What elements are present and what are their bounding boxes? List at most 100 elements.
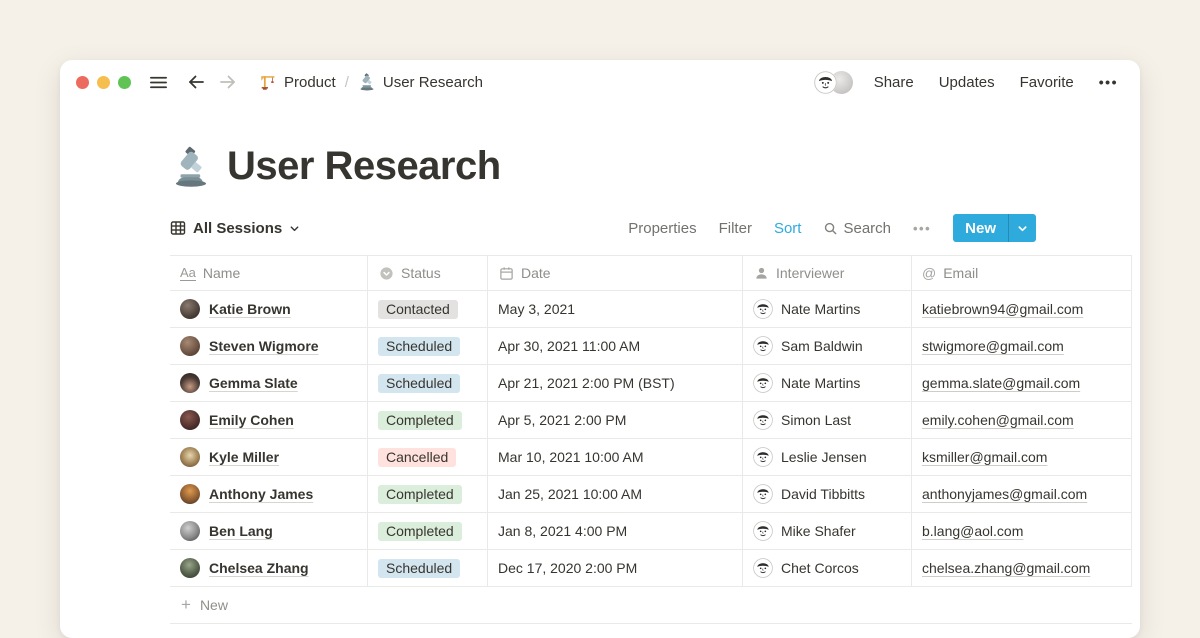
date-cell[interactable]: Jan 8, 2021 4:00 PM bbox=[488, 513, 743, 549]
back-arrow-icon[interactable] bbox=[185, 71, 207, 93]
view-switcher[interactable]: All Sessions bbox=[170, 220, 300, 237]
email-link[interactable]: gemma.slate@gmail.com bbox=[922, 375, 1080, 391]
email-link[interactable]: chelsea.zhang@gmail.com bbox=[922, 560, 1090, 576]
email-cell[interactable]: stwigmore@gmail.com bbox=[912, 328, 1132, 364]
email-link[interactable]: katiebrown94@gmail.com bbox=[922, 301, 1083, 317]
interviewer-cell[interactable]: Leslie Jensen bbox=[743, 439, 912, 475]
new-button[interactable]: New bbox=[953, 214, 1008, 242]
search-button[interactable]: Search bbox=[823, 220, 891, 237]
filter-button[interactable]: Filter bbox=[719, 220, 752, 237]
traffic-lights bbox=[76, 76, 131, 89]
status-cell[interactable]: Cancelled bbox=[368, 439, 488, 475]
email-link[interactable]: anthonyjames@gmail.com bbox=[922, 486, 1087, 502]
page-title: User Research bbox=[227, 144, 501, 189]
name-cell[interactable]: Chelsea Zhang bbox=[170, 550, 368, 586]
status-cell[interactable]: Completed bbox=[368, 513, 488, 549]
microscope-icon[interactable] bbox=[170, 146, 212, 188]
date-cell[interactable]: Apr 21, 2021 2:00 PM (BST) bbox=[488, 365, 743, 401]
interviewer-cell[interactable]: Nate Martins bbox=[743, 365, 912, 401]
interviewer-cell[interactable]: Mike Shafer bbox=[743, 513, 912, 549]
email-cell[interactable]: katiebrown94@gmail.com bbox=[912, 291, 1132, 327]
interviewer-name: Nate Martins bbox=[781, 375, 860, 391]
sidebar-menu-icon[interactable] bbox=[147, 71, 169, 93]
column-header-email[interactable]: @ Email bbox=[912, 256, 1132, 290]
interviewer-cell[interactable]: Simon Last bbox=[743, 402, 912, 438]
email-link[interactable]: b.lang@aol.com bbox=[922, 523, 1023, 539]
email-cell[interactable]: b.lang@aol.com bbox=[912, 513, 1132, 549]
avatar bbox=[180, 410, 200, 430]
session-page-link[interactable]: Emily Cohen bbox=[209, 412, 294, 428]
status-cell[interactable]: Scheduled bbox=[368, 550, 488, 586]
breadcrumb-product[interactable]: Product bbox=[259, 73, 336, 91]
name-cell[interactable]: Emily Cohen bbox=[170, 402, 368, 438]
session-page-link[interactable]: Ben Lang bbox=[209, 523, 273, 539]
interviewer-cell[interactable]: Chet Corcos bbox=[743, 550, 912, 586]
view-more-options-icon[interactable]: ••• bbox=[913, 221, 931, 236]
name-cell[interactable]: Kyle Miller bbox=[170, 439, 368, 475]
email-cell[interactable]: ksmiller@gmail.com bbox=[912, 439, 1132, 475]
window-topbar: Product / User Research Share Updates Fa… bbox=[60, 60, 1140, 104]
date-cell[interactable]: Apr 30, 2021 11:00 AM bbox=[488, 328, 743, 364]
email-link[interactable]: emily.cohen@gmail.com bbox=[922, 412, 1074, 428]
session-page-link[interactable]: Chelsea Zhang bbox=[209, 560, 309, 576]
table-row: Katie Brown Contacted May 3, 2021 Nate M… bbox=[170, 291, 1132, 328]
date-cell[interactable]: Apr 5, 2021 2:00 PM bbox=[488, 402, 743, 438]
status-cell[interactable]: Contacted bbox=[368, 291, 488, 327]
date-cell[interactable]: May 3, 2021 bbox=[488, 291, 743, 327]
date-cell[interactable]: Jan 25, 2021 10:00 AM bbox=[488, 476, 743, 512]
status-cell[interactable]: Completed bbox=[368, 402, 488, 438]
new-row-button[interactable]: + New bbox=[170, 587, 1132, 623]
email-cell[interactable]: emily.cohen@gmail.com bbox=[912, 402, 1132, 438]
session-page-link[interactable]: Gemma Slate bbox=[209, 375, 298, 391]
email-cell[interactable]: anthonyjames@gmail.com bbox=[912, 476, 1132, 512]
name-cell[interactable]: Ben Lang bbox=[170, 513, 368, 549]
column-label: Name bbox=[203, 265, 240, 281]
close-window-button[interactable] bbox=[76, 76, 89, 89]
column-header-name[interactable]: Aa Name bbox=[170, 256, 368, 290]
breadcrumb-user-research[interactable]: User Research bbox=[358, 73, 483, 91]
forward-arrow-icon[interactable] bbox=[217, 71, 239, 93]
more-options-icon[interactable]: ••• bbox=[1099, 74, 1118, 90]
interviewer-cell[interactable]: David Tibbitts bbox=[743, 476, 912, 512]
interviewer-cell[interactable]: Sam Baldwin bbox=[743, 328, 912, 364]
at-icon: @ bbox=[922, 265, 936, 281]
interviewer-avatar bbox=[753, 336, 773, 356]
date-value: May 3, 2021 bbox=[498, 301, 575, 317]
column-header-status[interactable]: Status bbox=[368, 256, 488, 290]
interviewer-name: Leslie Jensen bbox=[781, 449, 867, 465]
zoom-window-button[interactable] bbox=[118, 76, 131, 89]
session-page-link[interactable]: Anthony James bbox=[209, 486, 313, 502]
interviewer-name: Mike Shafer bbox=[781, 523, 856, 539]
name-cell[interactable]: Steven Wigmore bbox=[170, 328, 368, 364]
status-cell[interactable]: Completed bbox=[368, 476, 488, 512]
interviewer-cell[interactable]: Nate Martins bbox=[743, 291, 912, 327]
minimize-window-button[interactable] bbox=[97, 76, 110, 89]
updates-button[interactable]: Updates bbox=[939, 74, 995, 91]
sort-button[interactable]: Sort bbox=[774, 220, 802, 237]
email-cell[interactable]: chelsea.zhang@gmail.com bbox=[912, 550, 1132, 586]
date-cell[interactable]: Mar 10, 2021 10:00 AM bbox=[488, 439, 743, 475]
name-cell[interactable]: Katie Brown bbox=[170, 291, 368, 327]
column-label: Interviewer bbox=[776, 265, 844, 281]
new-dropdown-button[interactable] bbox=[1008, 214, 1036, 242]
table-footer: + New bbox=[170, 587, 1132, 624]
properties-button[interactable]: Properties bbox=[628, 220, 696, 237]
share-button[interactable]: Share bbox=[874, 74, 914, 91]
email-cell[interactable]: gemma.slate@gmail.com bbox=[912, 365, 1132, 401]
date-cell[interactable]: Dec 17, 2020 2:00 PM bbox=[488, 550, 743, 586]
session-page-link[interactable]: Kyle Miller bbox=[209, 449, 279, 465]
name-cell[interactable]: Anthony James bbox=[170, 476, 368, 512]
column-header-date[interactable]: Date bbox=[488, 256, 743, 290]
status-cell[interactable]: Scheduled bbox=[368, 328, 488, 364]
email-link[interactable]: ksmiller@gmail.com bbox=[922, 449, 1047, 465]
email-link[interactable]: stwigmore@gmail.com bbox=[922, 338, 1064, 354]
name-cell[interactable]: Gemma Slate bbox=[170, 365, 368, 401]
chevron-down-icon bbox=[289, 223, 300, 234]
session-page-link[interactable]: Steven Wigmore bbox=[209, 338, 319, 354]
date-value: Apr 30, 2021 11:00 AM bbox=[498, 338, 640, 354]
status-cell[interactable]: Scheduled bbox=[368, 365, 488, 401]
session-page-link[interactable]: Katie Brown bbox=[209, 301, 291, 317]
favorite-button[interactable]: Favorite bbox=[1020, 74, 1074, 91]
column-header-interviewer[interactable]: Interviewer bbox=[743, 256, 912, 290]
table-header-row: Aa Name Status Date Interviewer bbox=[170, 255, 1132, 291]
